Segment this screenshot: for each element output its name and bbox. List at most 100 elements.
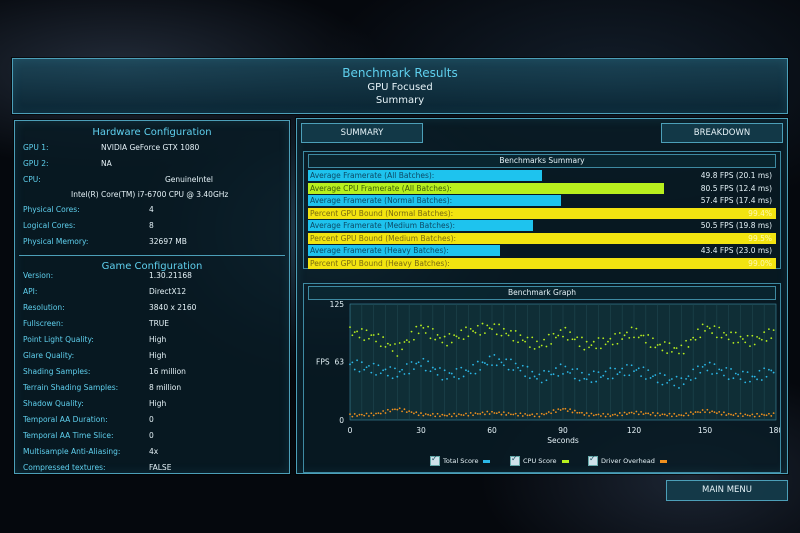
x-tick-label: 30 [416, 426, 426, 435]
data-point [519, 412, 522, 415]
legend-checkbox[interactable] [588, 454, 598, 466]
data-point [741, 338, 744, 340]
data-point [540, 344, 543, 347]
data-point [429, 414, 432, 417]
data-point [469, 372, 472, 375]
data-point [398, 342, 401, 344]
data-point [363, 339, 366, 342]
data-point [772, 329, 775, 332]
data-point [706, 325, 709, 328]
data-point [628, 412, 631, 414]
data-point [514, 362, 517, 365]
data-point [396, 355, 399, 357]
data-point [732, 342, 735, 344]
data-point [370, 334, 373, 336]
data-point [718, 326, 721, 329]
legend-checkbox[interactable] [430, 454, 440, 466]
data-point [763, 414, 766, 416]
data-point [531, 413, 534, 416]
data-point [597, 371, 600, 373]
hardware-label: CPU: [23, 175, 41, 184]
data-point [510, 329, 512, 332]
data-point [559, 363, 562, 366]
data-point [711, 410, 713, 413]
data-point [431, 327, 434, 330]
data-point [436, 334, 439, 336]
data-point [713, 363, 716, 366]
data-point [555, 336, 557, 339]
data-point [391, 377, 394, 380]
data-point [663, 374, 666, 376]
hardware-label: Physical Memory: [23, 237, 89, 246]
data-point [566, 338, 569, 341]
main-menu-button[interactable]: MAIN MENU [666, 480, 788, 501]
hardware-label: Logical Cores: [23, 221, 76, 230]
summary-row: Percent GPU Bound (Normal Batches): 99.4% [308, 207, 776, 219]
data-point [670, 378, 673, 380]
data-point [765, 340, 768, 342]
page-subtitle: GPU Focused [367, 82, 433, 93]
hardware-config-title: Hardware Configuration [92, 127, 212, 138]
game-config-label: Terrain Shading Samples: [23, 383, 119, 392]
data-point [356, 415, 358, 417]
data-point [723, 331, 725, 334]
data-point [704, 411, 706, 413]
data-point [682, 383, 685, 386]
data-point [455, 415, 458, 417]
game-config-label: Resolution: [23, 303, 65, 312]
data-point [701, 323, 704, 326]
legend-item[interactable]: Driver Overhead [588, 454, 667, 466]
game-config-label: Shadow Quality: [23, 399, 84, 408]
summary-value: 43.4 FPS (23.0 ms) [700, 246, 772, 255]
data-point [654, 374, 657, 376]
legend-swatch [483, 459, 491, 463]
data-point [386, 408, 389, 411]
data-point [429, 370, 432, 373]
data-point [375, 374, 377, 376]
data-point [472, 363, 474, 366]
data-point [519, 369, 522, 372]
data-point [389, 366, 392, 368]
tab-summary[interactable]: SUMMARY [301, 123, 423, 143]
section-divider [19, 255, 285, 256]
data-point [621, 414, 624, 417]
data-point [640, 334, 642, 337]
data-point [602, 337, 605, 340]
game-config-value: 3840 x 2160 [149, 303, 197, 312]
summary-row: Average CPU Framerate (All Batches): 80.5… [308, 182, 776, 194]
data-point [491, 410, 493, 413]
data-point [360, 413, 363, 416]
page-subsubtitle: Summary [375, 95, 425, 106]
summary-label: Average Framerate (Normal Batches): [310, 196, 453, 205]
data-point [697, 328, 699, 331]
data-point [507, 412, 510, 414]
data-point [588, 414, 590, 417]
data-point [382, 410, 385, 412]
data-point [500, 334, 503, 337]
data-point [462, 375, 465, 378]
tab-breakdown[interactable]: BREAKDOWN [661, 123, 783, 143]
data-point [628, 374, 631, 377]
data-point [708, 411, 711, 414]
data-point [410, 330, 413, 333]
data-point [514, 330, 517, 332]
data-point [734, 412, 737, 415]
data-point [524, 375, 527, 378]
data-point [424, 369, 427, 372]
data-point [363, 368, 366, 371]
data-point [670, 415, 673, 418]
legend-item[interactable]: Total Score [430, 454, 491, 466]
data-point [545, 412, 548, 415]
data-point [704, 363, 706, 366]
data-point [592, 414, 595, 417]
legend-checkbox[interactable] [510, 454, 520, 466]
game-config-value: High [149, 335, 167, 344]
data-point [618, 332, 621, 334]
data-point [626, 363, 628, 366]
data-point [592, 370, 595, 373]
data-point [708, 327, 711, 330]
data-point [465, 412, 467, 415]
data-point [377, 364, 380, 367]
benchmark-graph-box: Benchmark Graph 0306090120150180063125FP… [303, 283, 781, 473]
legend-item[interactable]: CPU Score [510, 454, 569, 466]
